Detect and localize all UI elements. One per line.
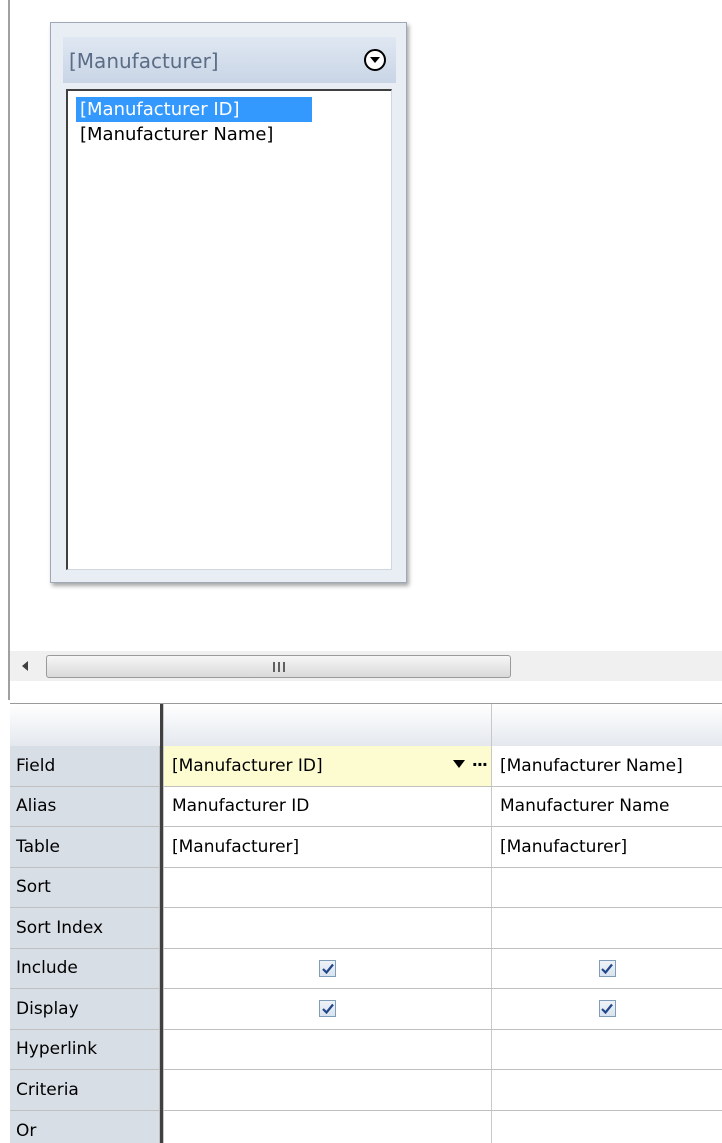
arrow-left-icon (22, 661, 28, 671)
column-header-1[interactable] (163, 704, 491, 746)
alias-cell-col2[interactable]: Manufacturer Name (491, 786, 722, 826)
hyperlink-cell-col2[interactable] (491, 1029, 722, 1069)
column-header-2[interactable] (491, 704, 722, 746)
grid-row-field: Field [Manufacturer ID] ··· [Manufacture… (10, 746, 722, 787)
table-menu-dropdown-icon[interactable] (364, 49, 386, 71)
include-checkbox-col2[interactable] (598, 959, 616, 977)
checkmark-icon (321, 1004, 334, 1015)
grid-corner-header (10, 704, 160, 746)
row-label-table: Table (10, 827, 160, 867)
row-label-display: Display (10, 989, 160, 1029)
field-cell-col2[interactable]: [Manufacturer Name] (491, 746, 722, 786)
row-label-alias: Alias (10, 786, 160, 826)
field-list[interactable]: [Manufacturer ID] [Manufacturer Name] (66, 89, 392, 570)
hyperlink-cell-col1[interactable] (163, 1029, 491, 1069)
table-box-title: [Manufacturer] (69, 49, 219, 73)
row-label-sort: Sort (10, 867, 160, 907)
sort-index-cell-col1[interactable] (163, 908, 491, 948)
grid-row-sort: Sort (10, 867, 722, 908)
grid-header-row (10, 704, 722, 746)
sort-cell-col1[interactable] (163, 867, 491, 907)
field-item-manufacturer-id[interactable]: [Manufacturer ID] (76, 97, 312, 122)
table-cell-col1[interactable]: [Manufacturer] (163, 827, 491, 867)
grid-row-or: Or (10, 1110, 722, 1143)
checkmark-icon (601, 963, 613, 974)
display-cell-col2 (491, 989, 722, 1029)
table-box-header[interactable]: [Manufacturer] (63, 37, 396, 83)
table-box-manufacturer[interactable]: [Manufacturer] [Manufacturer ID] [Manufa… (50, 22, 407, 583)
scroll-left-button[interactable] (10, 651, 40, 681)
include-checkbox-col1[interactable] (319, 959, 336, 977)
horizontal-scrollbar[interactable] (10, 651, 722, 681)
grid-row-include: Include (10, 948, 722, 989)
checkmark-icon (321, 963, 334, 974)
criteria-cell-col1[interactable] (163, 1070, 491, 1110)
field-item-manufacturer-name[interactable]: [Manufacturer Name] (76, 122, 277, 147)
designer-border (8, 0, 10, 700)
alias-cell-col1[interactable]: Manufacturer ID (163, 786, 491, 826)
grid-row-table: Table [Manufacturer] [Manufacturer] (10, 827, 722, 868)
sort-index-cell-col2[interactable] (491, 908, 722, 948)
table-cell-col2[interactable]: [Manufacturer] (491, 827, 722, 867)
row-label-sort-index: Sort Index (10, 908, 160, 948)
ellipsis-button[interactable]: ··· (472, 755, 488, 774)
grid-row-sort-index: Sort Index (10, 908, 722, 949)
query-designer: [Manufacturer] [Manufacturer ID] [Manufa… (0, 0, 722, 1143)
or-cell-col2[interactable] (491, 1110, 722, 1143)
checkmark-icon (601, 1004, 613, 1015)
field-value: [Manufacturer ID] (172, 755, 323, 776)
sort-cell-col2[interactable] (491, 867, 722, 907)
display-checkbox-col1[interactable] (319, 1000, 336, 1018)
row-label-criteria: Criteria (10, 1070, 160, 1110)
include-cell-col1 (163, 948, 491, 988)
grid-row-hyperlink: Hyperlink (10, 1029, 722, 1070)
row-label-include: Include (10, 948, 160, 988)
dropdown-arrow-icon[interactable] (453, 760, 465, 768)
chevron-down-icon (370, 57, 380, 63)
include-cell-col2 (491, 948, 722, 988)
row-label-or: Or (10, 1110, 160, 1143)
criteria-cell-col2[interactable] (491, 1070, 722, 1110)
display-checkbox-col2[interactable] (598, 1000, 616, 1018)
display-cell-col1 (163, 989, 491, 1029)
row-header-divider (160, 704, 163, 1143)
grip-icon (273, 662, 285, 672)
row-label-field: Field (10, 746, 160, 786)
grid-row-criteria: Criteria (10, 1070, 722, 1111)
grid-row-alias: Alias Manufacturer ID Manufacturer Name (10, 786, 722, 827)
criteria-grid: Field [Manufacturer ID] ··· [Manufacture… (10, 703, 722, 1143)
field-cell-col1[interactable]: [Manufacturer ID] ··· (163, 746, 491, 786)
row-label-hyperlink: Hyperlink (10, 1029, 160, 1069)
scrollbar-thumb[interactable] (46, 655, 511, 678)
grid-row-display: Display (10, 989, 722, 1030)
or-cell-col1[interactable] (163, 1110, 491, 1143)
